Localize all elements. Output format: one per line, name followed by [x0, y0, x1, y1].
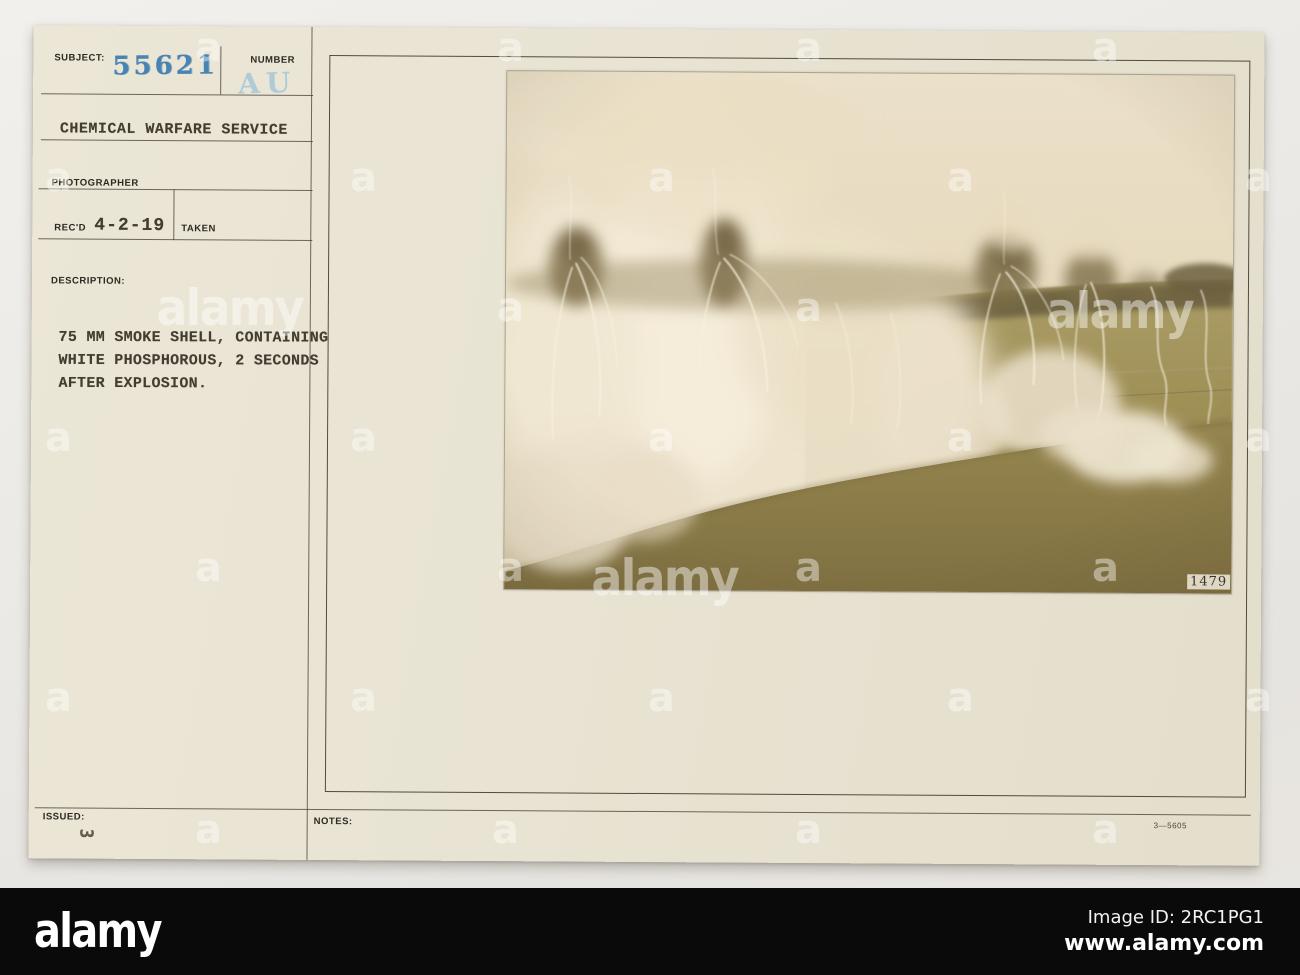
alamy-logo: alamy — [34, 904, 162, 959]
received-row-rule — [38, 238, 313, 242]
form-code: 3—5605 — [1153, 821, 1187, 831]
description-text: 75 MM SMOKE SHELL, CONTAINING WHITE PHOS… — [58, 328, 329, 393]
issued-notes-rule — [34, 807, 1251, 817]
received-taken-divider-line — [173, 189, 175, 241]
number-label: NUMBER — [250, 54, 296, 66]
number-stamp: AU — [237, 65, 297, 101]
subject-number-divider-line — [220, 46, 222, 95]
footer-info: Image ID: 2RC1PG1 www.alamy.com — [1064, 907, 1264, 956]
explosion-photo-svg — [504, 71, 1235, 594]
photo-vignette — [504, 71, 1235, 594]
website-url: www.alamy.com — [1064, 931, 1264, 956]
description-label: DESCRIPTION: — [50, 275, 126, 287]
taken-label: TAKEN — [181, 223, 216, 235]
main-column-divider-line — [306, 26, 313, 860]
issued-mark: 3 — [75, 828, 96, 839]
footer-bar: alamy Image ID: 2RC1PG1 www.alamy.com — [0, 888, 1300, 975]
received-date: 4-2-19 — [94, 215, 166, 237]
photo-number-tag: 1479 — [1187, 574, 1231, 590]
subject-number-stamp: 55621 — [112, 50, 218, 82]
issued-label: ISSUED: — [42, 811, 85, 823]
photo-card: SUBJECT: 55621 NUMBER AU CHEMICAL WARFAR… — [28, 25, 1265, 866]
photographer-label: PHOTOGRAPHER — [51, 177, 139, 189]
image-id: Image ID: 2RC1PG1 — [1087, 907, 1264, 928]
received-label: REC'D — [54, 222, 87, 234]
photographer-row-rule — [38, 188, 313, 192]
service-name: CHEMICAL WARFARE SERVICE — [59, 120, 289, 139]
notes-label: NOTES: — [313, 815, 353, 828]
service-row-rule — [40, 139, 313, 143]
page-background: SUBJECT: 55621 NUMBER AU CHEMICAL WARFAR… — [0, 0, 1300, 975]
subject-label: SUBJECT: — [54, 52, 105, 64]
photograph: 1479 — [503, 70, 1236, 595]
